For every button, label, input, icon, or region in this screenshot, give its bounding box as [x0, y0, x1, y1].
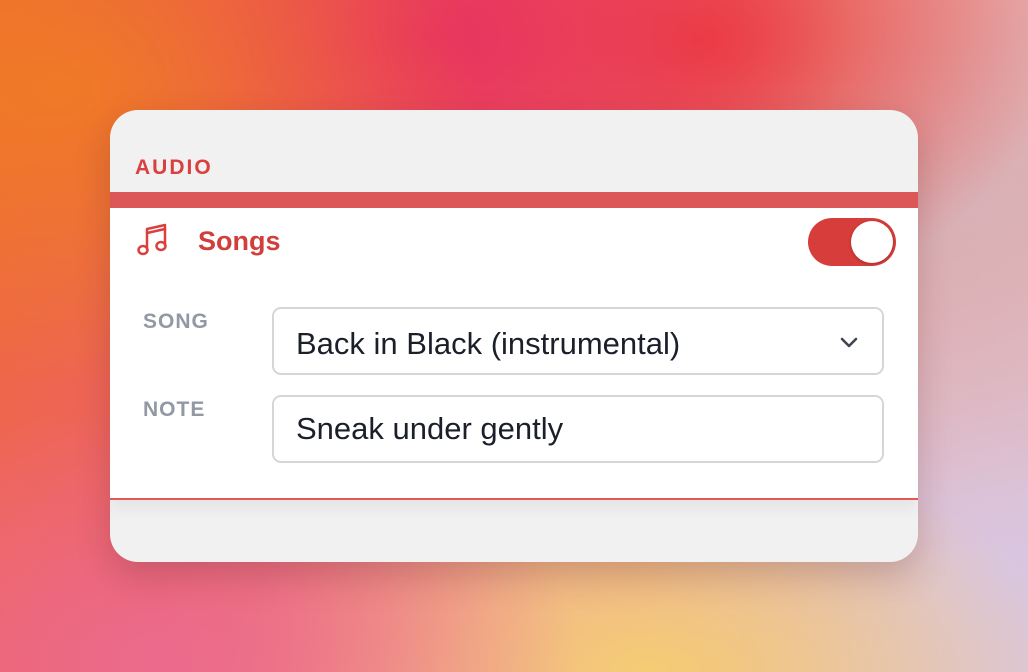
songs-row: Songs [110, 208, 918, 280]
song-select-value: Back in Black (instrumental) [296, 326, 681, 361]
song-field-label: SONG [143, 310, 209, 333]
audio-panel: Songs SONG Back in Black (instrumental) … [110, 208, 918, 500]
songs-label: Songs [198, 226, 281, 256]
songs-toggle[interactable] [808, 218, 896, 266]
music-note-icon [136, 223, 172, 259]
section-accent-band [110, 192, 918, 208]
song-select[interactable]: Back in Black (instrumental) [272, 307, 884, 375]
toggle-knob[interactable] [851, 221, 893, 263]
chevron-down-icon [838, 332, 860, 354]
note-field-label: NOTE [143, 398, 206, 421]
audio-settings-card: AUDIO Songs SONG Back in Black (instrume… [110, 110, 918, 562]
section-title: AUDIO [135, 156, 213, 179]
note-input[interactable] [272, 395, 884, 463]
